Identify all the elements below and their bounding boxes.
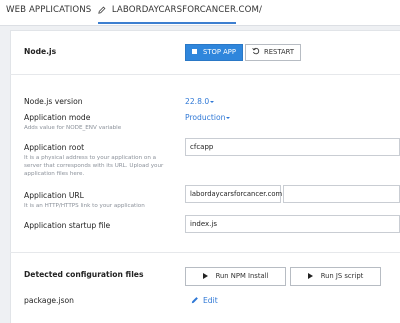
chevron-down-icon — [226, 116, 231, 119]
startup-file-label: Application startup file — [24, 221, 111, 230]
edit-config-link[interactable]: Edit — [191, 296, 218, 305]
config-files-title: Detected configuration files — [24, 270, 144, 279]
divider — [10, 252, 400, 253]
stop-icon — [192, 49, 198, 54]
restart-button[interactable]: RESTART — [245, 44, 301, 61]
application-url-path-input[interactable] — [283, 185, 400, 203]
application-url-label: Application URL — [24, 191, 84, 200]
nodejs-version-dropdown[interactable]: 22.8.0 — [185, 97, 215, 106]
section-title-nodejs: Node.js — [24, 47, 57, 56]
application-mode-label: Application mode — [24, 113, 91, 122]
play-icon — [307, 273, 313, 279]
pencil-icon — [191, 297, 198, 304]
run-js-script-button[interactable]: Run JS script — [290, 267, 381, 286]
restart-icon — [252, 47, 260, 55]
chevron-down-icon — [210, 100, 215, 103]
application-url-hint: It is an HTTP/HTTPS link to your applica… — [24, 203, 145, 209]
nodejs-version-label: Node.js version — [24, 97, 83, 106]
play-icon — [202, 273, 208, 279]
tab-domain-label: LABORDAYCARSFORCANCER.COM/ — [111, 5, 263, 15]
application-root-input[interactable]: cfcapp — [185, 138, 400, 156]
application-root-hint: It is a physical address to your applica… — [24, 155, 164, 177]
stop-app-button[interactable]: STOP APP — [185, 44, 243, 61]
application-url-domain-select[interactable]: labordaycarsforcancer.com — [185, 185, 289, 203]
application-root-label: Application root — [24, 143, 85, 152]
run-npm-install-button[interactable]: Run NPM Install — [185, 267, 286, 286]
application-mode-dropdown[interactable]: Production — [185, 113, 231, 122]
divider — [10, 74, 400, 75]
top-tab-bar: WEB APPLICATIONS LABORDAYCARSFORCANCER.C… — [0, 0, 400, 26]
active-tab-indicator — [98, 22, 236, 24]
config-file-name: package.json — [24, 296, 74, 305]
startup-file-input[interactable]: index.js — [185, 215, 400, 233]
tab-web-applications[interactable]: WEB APPLICATIONS — [6, 0, 91, 26]
pencil-icon — [98, 6, 106, 14]
application-mode-hint: Adds value for NODE_ENV variable — [24, 125, 122, 131]
